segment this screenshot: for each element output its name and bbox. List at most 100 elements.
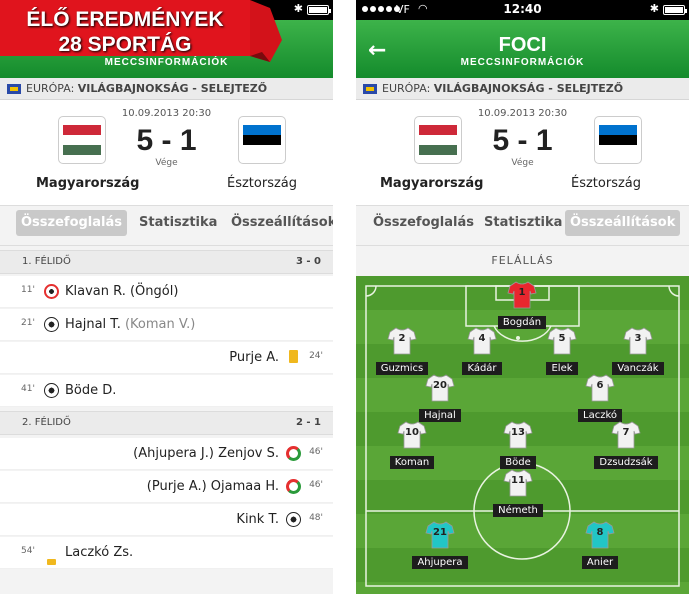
- own-goal-icon: [44, 284, 59, 299]
- shirt-icon: 2: [387, 326, 417, 356]
- player-marker[interactable]: 5 Elek: [522, 326, 602, 375]
- competition-region: EURÓPA:: [382, 82, 431, 95]
- shirt-number: 6: [596, 380, 604, 391]
- substitution-icon: [286, 479, 301, 494]
- event-text: Purje A.: [229, 350, 279, 365]
- player-name: Németh: [493, 504, 543, 517]
- yellow-card-icon: [47, 559, 56, 565]
- home-team-name[interactable]: Magyarország: [36, 176, 139, 191]
- header-title: FOCI: [498, 34, 547, 56]
- shirt-number: 3: [634, 333, 642, 344]
- shirt-icon: 11: [503, 468, 533, 498]
- tab-statistics[interactable]: Statisztika: [479, 210, 567, 236]
- event-row[interactable]: 41' Böde D.: [0, 375, 333, 407]
- section-score: 3 - 0: [295, 256, 321, 267]
- screen-lineups: VF ◠ 12:40 ✱ ← FOCI MECCSINFORMÁCIÓK EUR…: [356, 0, 689, 594]
- shirt-number: 8: [596, 527, 604, 538]
- shirt-icon: 3: [623, 326, 653, 356]
- player-marker[interactable]: 13 Böde: [478, 420, 558, 469]
- player-name: Koman: [389, 456, 435, 469]
- header-subtitle: MECCSINFORMÁCIÓK: [460, 57, 585, 68]
- shirt-number: 10: [405, 427, 419, 438]
- player-marker[interactable]: 8 Anier: [560, 520, 640, 569]
- event-row[interactable]: 48' Kink T.: [0, 504, 333, 536]
- player-marker[interactable]: 6 Laczkó: [560, 373, 640, 422]
- event-text: Hajnal T. (Koman V.): [65, 317, 196, 332]
- bluetooth-icon: ✱: [649, 2, 659, 15]
- shirt-number: 5: [558, 333, 566, 344]
- status-bar: VF ◠ 12:40 ✱: [356, 0, 689, 20]
- goal-ball-icon: [44, 317, 59, 332]
- tab-lineups[interactable]: Összeállítások: [226, 210, 333, 236]
- player-marker[interactable]: 7 Dzsudzsák: [586, 420, 666, 469]
- player-marker[interactable]: 4 Kádár: [442, 326, 522, 375]
- away-team-name[interactable]: Észtország: [227, 176, 297, 191]
- player-marker[interactable]: 21 Ahjupera: [400, 520, 480, 569]
- player-marker[interactable]: 1 Bogdán: [482, 280, 562, 329]
- shirt-icon: 5: [547, 326, 577, 356]
- battery-icon: [307, 5, 331, 15]
- shirt-icon: 20: [425, 373, 455, 403]
- player-name: Dzsudzsák: [594, 456, 658, 469]
- player-marker[interactable]: 20 Hajnal: [400, 373, 480, 422]
- section-header: 2. FÉLIDŐ 2 - 1: [0, 411, 333, 435]
- shirt-number: 7: [622, 427, 630, 438]
- shirt-number: 11: [511, 475, 525, 486]
- promo-line-2: 28 SPORTÁG: [58, 33, 192, 56]
- tab-lineups[interactable]: Összeállítások: [565, 210, 681, 236]
- away-team-name[interactable]: Észtország: [571, 176, 641, 191]
- promo-line-1: ÉLŐ EREDMÉNYEK: [26, 8, 224, 31]
- player-marker[interactable]: 2 Guzmics: [362, 326, 442, 375]
- scoreboard: 10.09.2013 20:30 5 - 1 Vége Magyarország…: [356, 100, 689, 206]
- competition-bar[interactable]: EURÓPA: VILÁGBAJNOKSÁG - SELEJTEZŐ: [356, 78, 689, 100]
- section-label: 2. FÉLIDŐ: [22, 417, 71, 428]
- event-minute: 46': [309, 447, 323, 457]
- app-header: ← FOCI MECCSINFORMÁCIÓK: [356, 20, 689, 78]
- event-text: (Purje A.) Ojamaa H.: [146, 479, 279, 494]
- event-row[interactable]: 54' Laczkó Zs.: [0, 537, 333, 569]
- event-minute: 41': [21, 384, 35, 394]
- scoreboard: 10.09.2013 20:30 5 - 1 Vége Magyarország…: [0, 100, 333, 206]
- europe-flag-icon: [363, 84, 377, 94]
- formation-label: FELÁLLÁS: [356, 246, 689, 276]
- europe-flag-icon: [7, 84, 21, 94]
- event-minute: 11': [21, 285, 35, 295]
- player-marker[interactable]: 11 Németh: [478, 468, 558, 517]
- pitch: 1 Bogdán 2 Guzmics 4 Kádár 5 Elek 3 Vanczák 20 Hajn…: [356, 276, 689, 594]
- screen-summary: ✱ . MECCSINFORMÁCIÓK ÉLŐ EREDMÉNYEK 28 S…: [0, 0, 333, 594]
- player-marker[interactable]: 3 Vanczák: [598, 326, 678, 375]
- event-row[interactable]: 21' Hajnal T. (Koman V.): [0, 309, 333, 341]
- clock: 12:40: [503, 2, 542, 16]
- estonia-flag-icon[interactable]: [238, 116, 286, 164]
- event-row[interactable]: 11' Klavan R. (Öngól): [0, 276, 333, 308]
- player-name: Anier: [581, 556, 619, 569]
- tab-statistics[interactable]: Statisztika: [134, 210, 222, 236]
- section-score: 2 - 1: [295, 417, 321, 428]
- shirt-icon: 7: [611, 420, 641, 450]
- event-row[interactable]: 24' Purje A.: [0, 342, 333, 374]
- shirt-number: 20: [433, 380, 447, 391]
- event-minute: 24': [309, 351, 323, 361]
- player-marker[interactable]: 10 Koman: [372, 420, 452, 469]
- event-row[interactable]: 46' (Purje A.) Ojamaa H.: [0, 471, 333, 503]
- promo-banner: ÉLŐ EREDMÉNYEK 28 SPORTÁG: [0, 0, 290, 70]
- shirt-icon: 13: [503, 420, 533, 450]
- competition-name: VILÁGBAJNOKSÁG - SELEJTEZŐ: [433, 82, 624, 95]
- shirt-number: 21: [433, 527, 447, 538]
- home-team-name[interactable]: Magyarország: [380, 176, 483, 191]
- event-text: Klavan R. (Öngól): [65, 284, 179, 299]
- event-minute: 21': [21, 318, 35, 328]
- competition-region: EURÓPA:: [26, 82, 75, 95]
- back-arrow-icon[interactable]: ←: [368, 38, 386, 63]
- event-row[interactable]: 46' (Ahjupera J.) Zenjov S.: [0, 438, 333, 470]
- tab-summary[interactable]: Összefoglalás: [16, 210, 127, 236]
- tab-summary[interactable]: Összefoglalás: [368, 210, 479, 236]
- battery-icon: [663, 5, 687, 15]
- competition-bar[interactable]: EURÓPA: VILÁGBAJNOKSÁG - SELEJTEZŐ: [0, 78, 333, 100]
- tab-bar: Összefoglalás Statisztika Összeállítások: [356, 206, 689, 246]
- shirt-number: 13: [511, 427, 525, 438]
- event-minute: 46': [309, 480, 323, 490]
- event-minute: 54': [21, 546, 35, 556]
- estonia-flag-icon[interactable]: [594, 116, 642, 164]
- shirt-number: 1: [518, 287, 526, 298]
